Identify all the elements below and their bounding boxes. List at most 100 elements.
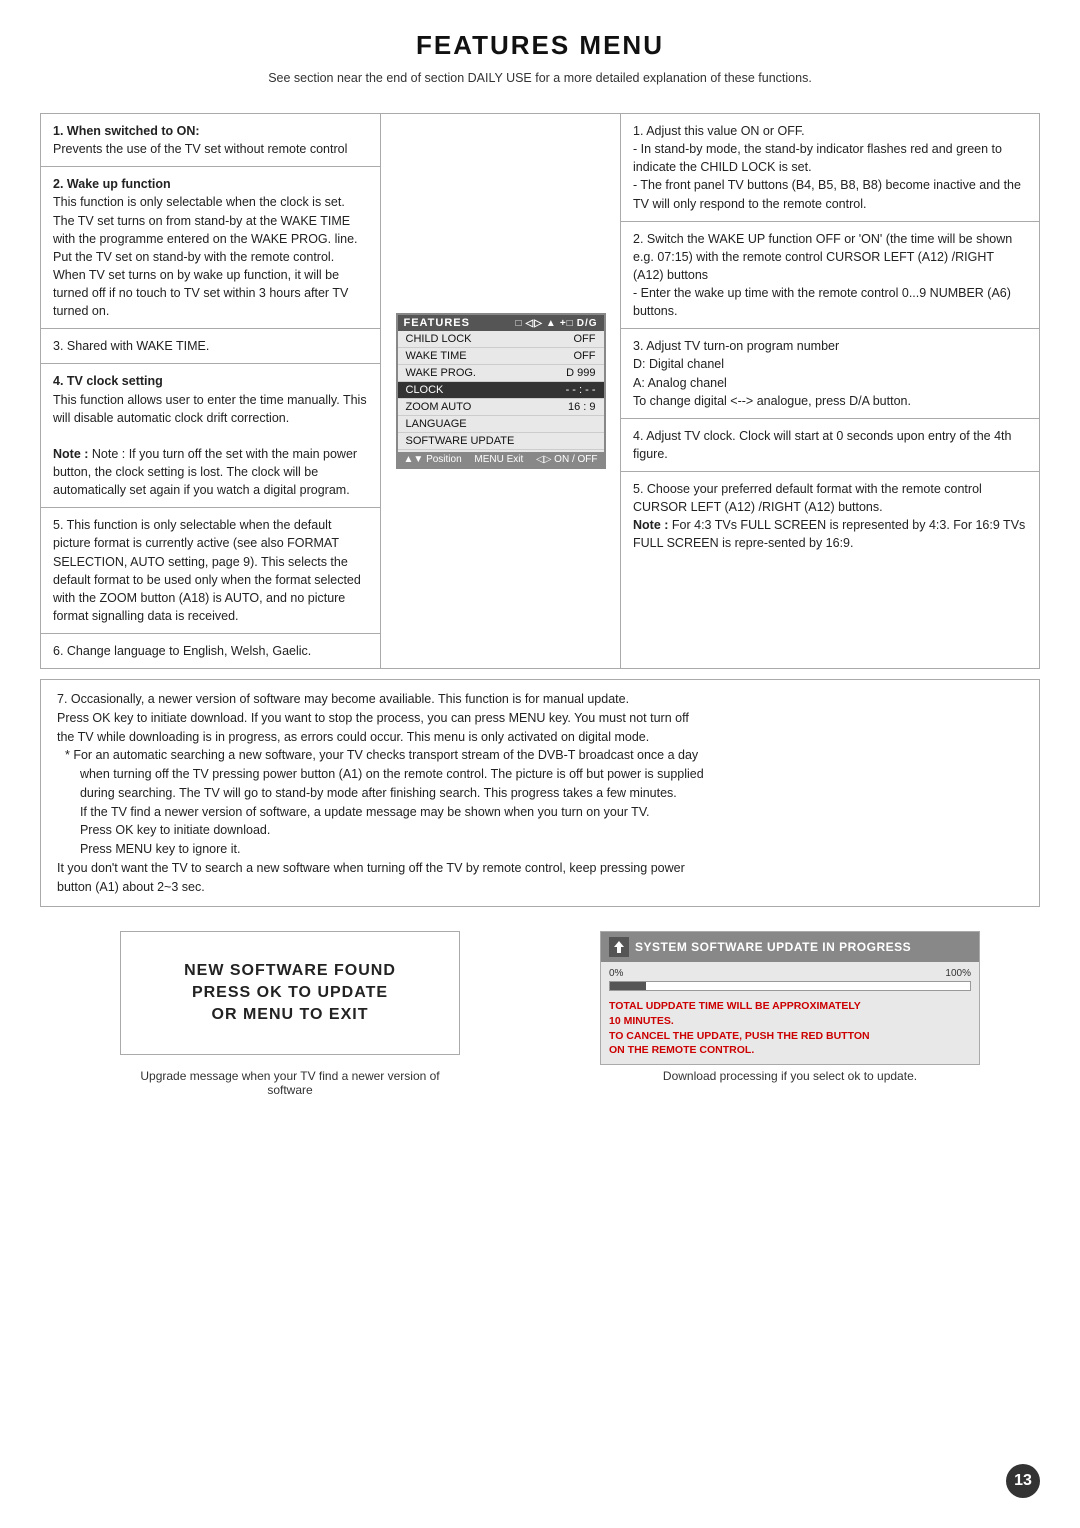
item3-number: 3. [53,339,67,353]
progress-bar-start: 0% [609,968,623,979]
r5-number: 5. [633,482,647,496]
tv-row-wakeprog: WAKE PROG. D 999 [398,365,604,382]
item3-body: Shared with WAKE TIME. [67,339,209,353]
page-title: FEATURES MENU [40,30,1040,61]
item4-title: TV clock setting [67,374,163,388]
item1-body: Prevents the use of the TV set without r… [53,142,347,156]
page-subtitle: See section near the end of section DAIL… [40,71,1040,85]
tv-row-childlock: CHILD LOCK OFF [398,331,604,348]
r3-body: Adjust TV turn-on program number D: Digi… [633,339,911,407]
item2-number: 2. [53,177,67,191]
item2-body: This function is only selectable when th… [53,195,358,318]
progress-box: SYSTEM SOFTWARE UPDATE IN PROGRESS 0% 10… [600,931,980,1065]
progress-bar-end: 100% [945,968,971,979]
tv-row-wakeprog-value: D 999 [566,367,595,379]
left-item-5: 5. This function is only selectable when… [41,508,380,634]
page: FEATURES MENU See section near the end o… [0,0,1080,1528]
tv-footer-onoff: ◁▷ ON / OFF [536,454,598,465]
tv-row-clock-label: CLOCK [406,384,444,396]
new-software-line1: NEW SOFTWARE FOUND [141,962,439,980]
r5-body: Choose your preferred default format wit… [633,482,1025,550]
item1-number: 1. [53,124,67,138]
update-section: NEW SOFTWARE FOUND PRESS OK TO UPDATE OR… [40,931,1040,1097]
tv-row-wakeprog-label: WAKE PROG. [406,367,477,379]
progress-msg-3: TO CANCEL THE UPDATE, PUSH THE RED BUTTO… [609,1029,971,1044]
center-column: FEATURES □ ◁▷ ▲ +□ D/G CHILD LOCK OFF WA… [381,114,621,668]
r2-body: Switch the WAKE UP function OFF or 'ON' … [633,232,1012,319]
progress-msg-4: ON THE REMOTE CONTROL. [609,1043,971,1058]
icon-dg: D/G [577,318,598,329]
progress-caption: Download processing if you select ok to … [663,1069,917,1083]
item5-number: 5. [53,518,67,532]
progress-bar-track [609,981,971,991]
bottom-text-line5: when turning off the TV pressing power b… [57,767,704,781]
bottom-text-line7: If the TV find a newer version of softwa… [57,805,649,819]
tv-screen: FEATURES □ ◁▷ ▲ +□ D/G CHILD LOCK OFF WA… [396,313,606,469]
tv-row-softwareupdate-label: SOFTWARE UPDATE [406,435,515,447]
new-software-caption: Upgrade message when your TV find a newe… [120,1069,460,1097]
icon-triangle: ▲ [546,318,557,329]
tv-footer: ▲▼ Position MENU Exit ◁▷ ON / OFF [398,452,604,467]
bottom-text-line10: It you don't want the TV to search a new… [57,861,685,875]
tv-row-childlock-value: OFF [574,333,596,345]
left-item-2: 2. Wake up function This function is onl… [41,167,380,329]
tv-row-language-label: LANGUAGE [406,418,467,430]
progress-messages: TOTAL UDPDATE TIME WILL BE APPROXIMATELY… [601,995,979,1064]
tv-footer-position: ▲▼ Position [404,454,462,465]
left-item-3: 3. Shared with WAKE TIME. [41,329,380,364]
left-item-6: 6. Change language to English, Welsh, Ga… [41,634,380,668]
tv-header-icons: □ ◁▷ ▲ +□ D/G [515,318,597,329]
tv-row-childlock-label: CHILD LOCK [406,333,472,345]
bottom-text-number: 7. [57,692,71,706]
bottom-text-line9: Press MENU key to ignore it. [57,842,240,856]
right-item-4: 4. Adjust TV clock. Clock will start at … [621,419,1039,472]
page-number: 13 [1006,1464,1040,1498]
bottom-text-line4: * For an automatic searching a new softw… [57,748,698,762]
progress-msg-2: 10 MINUTES. [609,1014,971,1029]
right-item-1: 1. Adjust this value ON or OFF. - In sta… [621,114,1039,222]
item6-body: Change language to English, Welsh, Gaeli… [67,644,311,658]
progress-header: SYSTEM SOFTWARE UPDATE IN PROGRESS [601,932,979,962]
tv-header-label: FEATURES [404,317,470,329]
tv-row-zoom: ZOOM AUTO 16 : 9 [398,399,604,416]
right-item-5: 5. Choose your preferred default format … [621,472,1039,561]
tv-row-waketime-value: OFF [574,350,596,362]
r4-number: 4. [633,429,646,443]
bottom-text-line1: Occasionally, a newer version of softwar… [71,692,629,706]
tv-row-waketime: WAKE TIME OFF [398,348,604,365]
tv-row-softwareupdate: SOFTWARE UPDATE [398,433,604,450]
r2-number: 2. [633,232,647,246]
new-software-line2: PRESS OK TO UPDATE [141,984,439,1002]
icon-arrows: ◁▷ [526,318,543,329]
progress-bar-area: 0% 100% [601,962,979,995]
bottom-text-line3: the TV while downloading is in progress,… [57,730,649,744]
item4-note-label: Note : [53,447,92,461]
right-item-3: 3. Adjust TV turn-on program number D: D… [621,329,1039,419]
item2-title: Wake up function [67,177,171,191]
new-software-line3: OR MENU TO EXIT [141,1006,439,1024]
r1-body: Adjust this value ON or OFF. - In stand-… [633,124,1021,211]
progress-bar-fill [610,982,646,990]
tv-row-waketime-label: WAKE TIME [406,350,467,362]
progress-header-icon [609,937,629,957]
diagram-area: 1. When switched to ON: Prevents the use… [40,113,1040,669]
item1-title: When switched to ON: [67,124,200,138]
bottom-text-line2: Press OK key to initiate download. If yo… [57,711,689,725]
icon-plus: +□ [560,318,574,329]
r3-number: 3. [633,339,646,353]
r1-number: 1. [633,124,646,138]
tv-row-zoom-label: ZOOM AUTO [406,401,472,413]
right-item-2: 2. Switch the WAKE UP function OFF or 'O… [621,222,1039,330]
tv-header: FEATURES □ ◁▷ ▲ +□ D/G [398,315,604,331]
update-right: SYSTEM SOFTWARE UPDATE IN PROGRESS 0% 10… [540,931,1040,1083]
update-left: NEW SOFTWARE FOUND PRESS OK TO UPDATE OR… [40,931,540,1097]
item4-number: 4. [53,374,67,388]
progress-msg-1: TOTAL UDPDATE TIME WILL BE APPROXIMATELY [609,999,971,1014]
tv-footer-menu: MENU Exit [474,454,523,465]
bottom-text-area: 7. Occasionally, a newer version of soft… [40,679,1040,907]
item4-body: This function allows user to enter the t… [53,393,367,425]
bottom-text-line6: during searching. The TV will go to stan… [57,786,677,800]
left-item-4: 4. TV clock setting This function allows… [41,364,380,508]
item6-number: 6. [53,644,67,658]
bottom-text-line11: button (A1) about 2~3 sec. [57,880,205,894]
